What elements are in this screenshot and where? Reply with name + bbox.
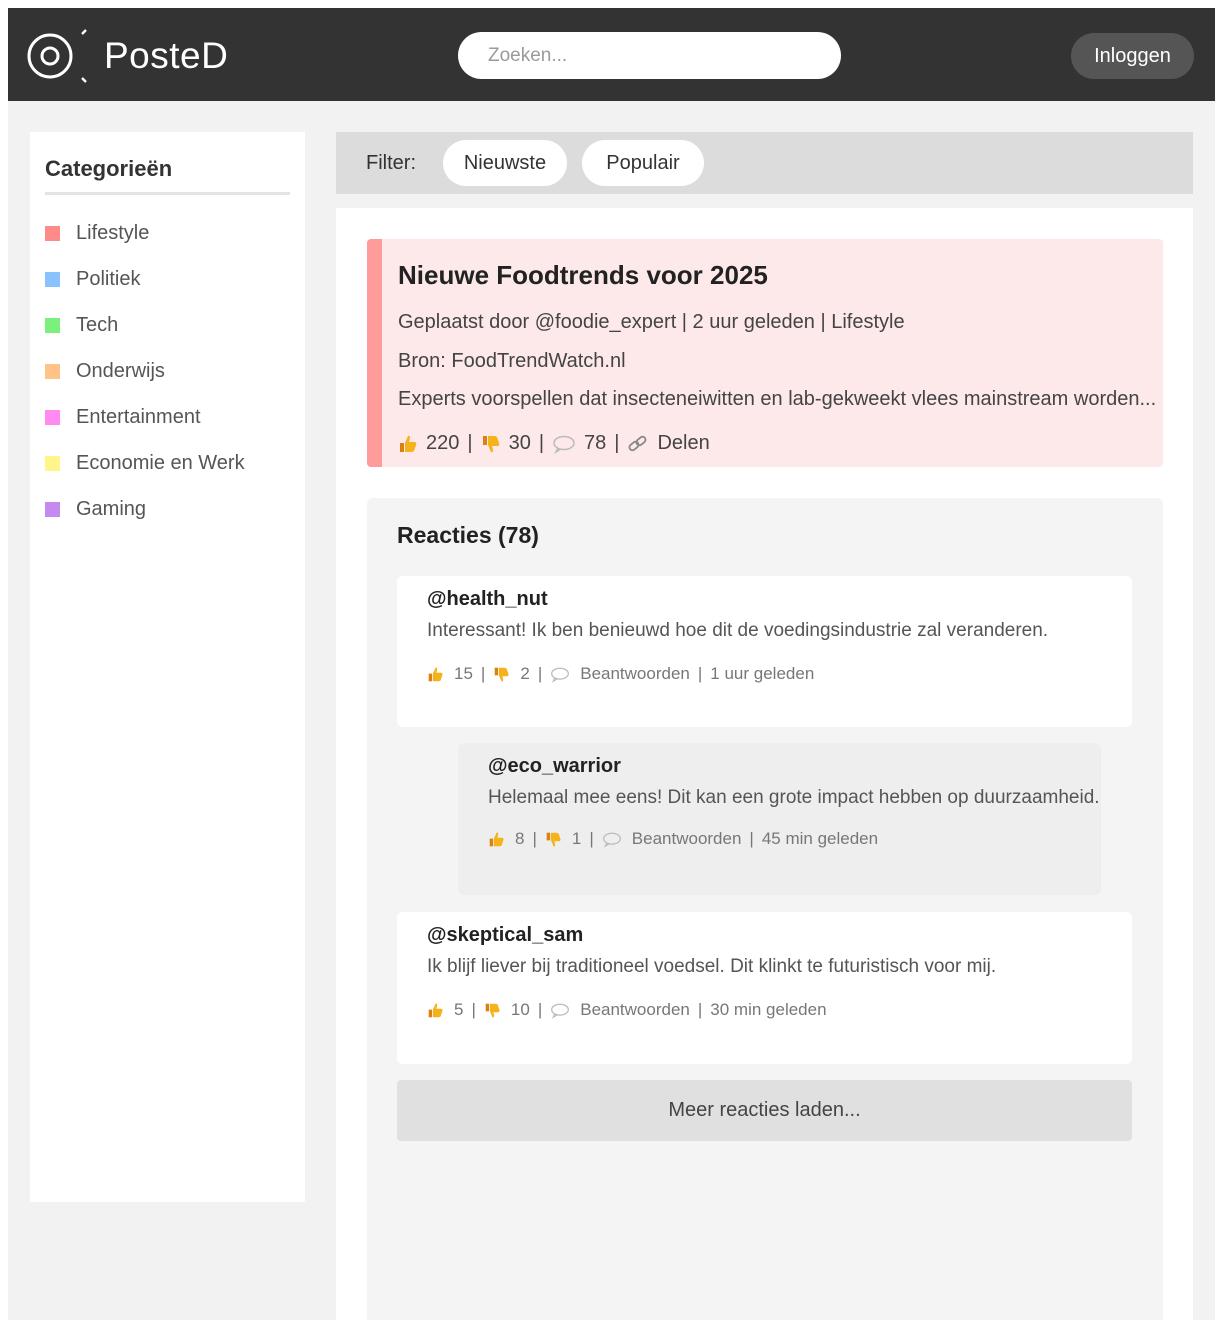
logo[interactable]: PosteD — [26, 28, 228, 84]
thumbs-up-icon[interactable] — [398, 434, 418, 454]
comment-username[interactable]: @eco_warrior — [488, 755, 621, 778]
main-content: Nieuwe Foodtrends voor 2025 Geplaatst do… — [336, 208, 1193, 1320]
comment-icon — [550, 1002, 570, 1019]
categories-title: Categorieën — [45, 156, 173, 181]
app-name: PosteD — [104, 35, 229, 76]
page: PosteD Inloggen Categorieën Lifestyle Po… — [8, 8, 1215, 1320]
category-item-economie-en-werk[interactable]: Economie en Werk — [45, 440, 245, 486]
thumbs-up-icon[interactable] — [427, 666, 444, 683]
dislikes-count: 30 — [508, 432, 531, 454]
post-title[interactable]: Nieuwe Foodtrends voor 2025 — [398, 260, 768, 291]
comment-reply-card: @eco_warrior Helemaal mee eens! Dit kan … — [458, 743, 1101, 895]
dislikes-count: 2 — [520, 664, 530, 683]
top-navigation-bar: PosteD Inloggen — [8, 8, 1215, 101]
comments-count: 78 — [584, 432, 607, 454]
category-color-swatch — [45, 225, 60, 241]
category-color-swatch — [45, 501, 60, 517]
post-card: Nieuwe Foodtrends voor 2025 Geplaatst do… — [367, 239, 1163, 467]
filter-popular-button[interactable]: Populair — [582, 140, 704, 186]
likes-count: 15 — [454, 664, 473, 683]
category-item-entertainment[interactable]: Entertainment — [45, 394, 245, 440]
thumbs-down-icon[interactable] — [493, 666, 510, 683]
post-stats: 220 | 30 | 78 | Delen — [398, 432, 710, 455]
thumbs-up-icon[interactable] — [427, 1002, 444, 1019]
reactions-title: Reacties (78) — [397, 522, 539, 548]
category-item-politiek[interactable]: Politiek — [45, 256, 245, 302]
comment-text: Interessant! Ik ben benieuwd hoe dit de … — [427, 620, 1049, 641]
thumbs-down-icon[interactable] — [484, 1002, 501, 1019]
category-item-tech[interactable]: Tech — [45, 302, 245, 348]
likes-count: 220 — [426, 432, 460, 454]
filter-newest-button[interactable]: Nieuwste — [443, 140, 567, 186]
thumbs-up-icon[interactable] — [488, 831, 505, 848]
comment-meta: 5 | 10 | Beantwoorden | 30 min geleden — [427, 1000, 827, 1020]
category-label: Economie en Werk — [76, 451, 245, 474]
category-item-onderwijs[interactable]: Onderwijs — [45, 348, 245, 394]
post-source: Bron: FoodTrendWatch.nl — [398, 350, 626, 372]
filter-bar: Filter: Nieuwste Populair — [336, 132, 1193, 194]
category-label: Gaming — [76, 497, 147, 520]
category-item-lifestyle[interactable]: Lifestyle — [45, 210, 245, 256]
comment-text: Helemaal mee eens! Dit kan een grote imp… — [488, 787, 1100, 808]
comment-icon — [550, 666, 570, 683]
comment-icon — [602, 831, 622, 848]
category-color-swatch — [45, 271, 60, 287]
login-button[interactable]: Inloggen — [1071, 33, 1194, 79]
dislikes-count: 10 — [510, 1000, 530, 1019]
likes-count: 5 — [454, 1000, 464, 1019]
comment-card: @skeptical_sam Ik blijf liever bij tradi… — [397, 912, 1132, 1064]
divider — [45, 192, 290, 195]
reply-button[interactable]: Beantwoorden — [580, 664, 690, 684]
comment-time: 45 min geleden — [761, 829, 879, 848]
logo-icon — [26, 28, 90, 84]
link-icon[interactable] — [627, 434, 649, 454]
comment-username[interactable]: @skeptical_sam — [427, 924, 583, 947]
search-input[interactable] — [458, 32, 841, 79]
comment-time: 1 uur geleden — [710, 664, 815, 683]
thumbs-down-icon[interactable] — [481, 434, 501, 454]
category-item-gaming[interactable]: Gaming — [45, 486, 245, 532]
comment-text: Ik blijf liever bij traditioneel voedsel… — [427, 956, 997, 977]
comment-username[interactable]: @health_nut — [427, 588, 548, 611]
comment-icon[interactable] — [552, 434, 576, 454]
category-list: Lifestyle Politiek Tech Onderwijs Entert… — [45, 210, 245, 532]
likes-count: 8 — [515, 829, 525, 848]
thumbs-down-icon[interactable] — [545, 831, 562, 848]
category-label: Tech — [76, 313, 119, 336]
comment-card: @health_nut Interessant! Ik ben benieuwd… — [397, 576, 1132, 727]
load-more-button[interactable]: Meer reacties laden... — [397, 1080, 1132, 1141]
category-color-swatch — [45, 317, 60, 333]
reply-button[interactable]: Beantwoorden — [580, 1000, 690, 1020]
category-label: Onderwijs — [76, 359, 165, 382]
reactions-section: Reacties (78) @health_nut Interessant! I… — [367, 498, 1163, 1320]
post-excerpt: Experts voorspellen dat insecteneiwitten… — [398, 388, 1157, 410]
dislikes-count: 1 — [571, 829, 582, 848]
categories-sidebar: Categorieën Lifestyle Politiek Tech Onde… — [30, 132, 305, 1202]
comment-meta: 8 | 1 | Beantwoorden | 45 min geleden — [488, 829, 878, 849]
post-meta: Geplaatst door @foodie_expert | 2 uur ge… — [398, 311, 905, 333]
category-label: Lifestyle — [76, 221, 150, 244]
category-label: Entertainment — [76, 405, 201, 428]
category-label: Politiek — [76, 267, 141, 290]
category-color-swatch — [45, 455, 60, 471]
category-color-swatch — [45, 409, 60, 425]
reply-button[interactable]: Beantwoorden — [632, 829, 742, 849]
share-button[interactable]: Delen — [657, 432, 709, 455]
filter-label: Filter: — [366, 152, 416, 174]
comment-meta: 15 | 2 | Beantwoorden | 1 uur geleden — [427, 664, 814, 684]
comment-time: 30 min geleden — [710, 1000, 827, 1019]
category-color-swatch — [45, 363, 60, 379]
